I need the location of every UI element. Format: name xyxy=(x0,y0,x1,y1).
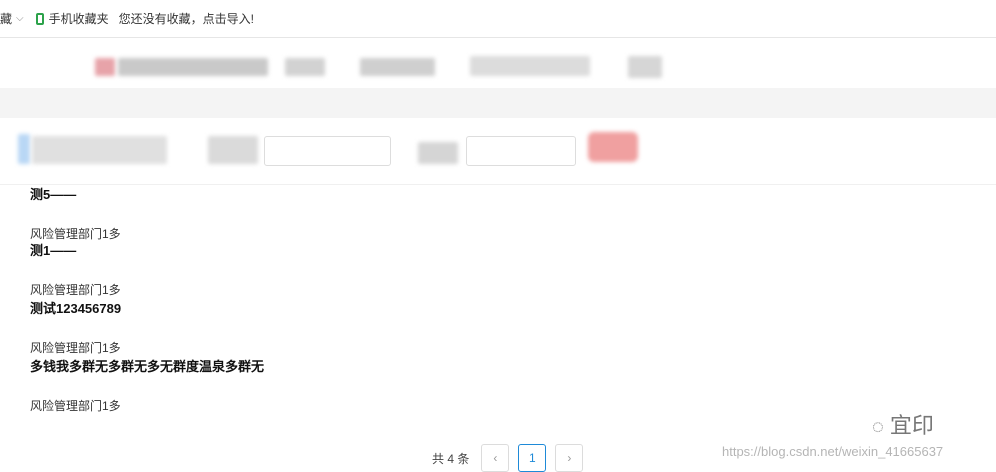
filter-row-redacted xyxy=(0,118,996,185)
list-item[interactable]: 测试123456789 风险管理部门1多 xyxy=(30,300,264,358)
redacted-filter-label xyxy=(208,136,258,164)
redacted-search-button[interactable] xyxy=(588,132,638,162)
watermark-url: https://blog.csdn.net/weixin_41665637 xyxy=(722,444,944,459)
item-title[interactable]: 多钱我多群无多群无多无群度温泉多群无 xyxy=(30,358,264,376)
watermark-logo-text: 宜印 xyxy=(889,413,934,438)
list-item[interactable]: 多钱我多群无多群无多无群度温泉多群无 风险管理部门1多 xyxy=(30,358,264,414)
list-item[interactable]: 测5—— 风险管理部门1多 xyxy=(30,186,264,242)
bookmarks-folder-fragment[interactable]: 藏 xyxy=(0,10,12,27)
redacted-nav-item[interactable] xyxy=(285,58,325,76)
redacted-filter-label xyxy=(418,142,458,164)
watermark-logo: ◌ 宜印 xyxy=(872,408,934,440)
item-department: 风险管理部门1多 xyxy=(30,341,121,355)
site-header-redacted xyxy=(0,38,996,88)
item-title[interactable]: 测5—— xyxy=(30,186,264,204)
mobile-bookmarks-link[interactable]: 手机收藏夹 xyxy=(49,10,109,27)
chevron-left-icon: ‹ xyxy=(493,451,498,465)
next-page-button[interactable]: › xyxy=(555,444,584,472)
chevron-right-icon: › xyxy=(567,451,572,465)
wechat-icon: ◌ xyxy=(872,416,884,438)
import-bookmarks-hint[interactable]: 您还没有收藏，点击导入! xyxy=(119,10,254,27)
item-title[interactable]: 测试123456789 xyxy=(30,300,264,318)
phone-icon xyxy=(35,12,44,25)
bookmarks-bar: 藏 ⌵ 手机收藏夹 您还没有收藏，点击导入! xyxy=(0,0,996,38)
redacted-logo xyxy=(95,58,115,76)
redacted-site-name xyxy=(118,58,268,76)
item-title[interactable]: 测1—— xyxy=(30,242,264,260)
item-department: 风险管理部门1多 xyxy=(30,283,121,297)
page-button-1[interactable]: 1 xyxy=(518,444,547,472)
redacted-nav-item[interactable] xyxy=(360,58,435,76)
redacted-nav-item[interactable] xyxy=(470,56,590,76)
prev-page-button[interactable]: ‹ xyxy=(481,444,510,472)
list-item[interactable]: 测1—— 风险管理部门1多 xyxy=(30,242,264,300)
pagination: 共 4 条 ‹ 1 › xyxy=(432,444,584,472)
result-list: 测5—— 风险管理部门1多 测1—— 风险管理部门1多 测试123456789 … xyxy=(30,186,264,414)
chevron-down-icon[interactable]: ⌵ xyxy=(16,13,24,24)
redacted-filter-input[interactable] xyxy=(466,136,576,166)
redacted-filter-label xyxy=(32,136,167,164)
redacted-filter-input[interactable] xyxy=(264,136,391,166)
item-department: 风险管理部门1多 xyxy=(30,227,121,241)
redacted-accent-bar xyxy=(18,134,30,164)
pagination-total: 共 4 条 xyxy=(432,451,470,466)
redacted-nav-item[interactable] xyxy=(628,56,662,78)
item-department: 风险管理部门1多 xyxy=(30,399,121,413)
content-divider-band xyxy=(0,88,996,118)
